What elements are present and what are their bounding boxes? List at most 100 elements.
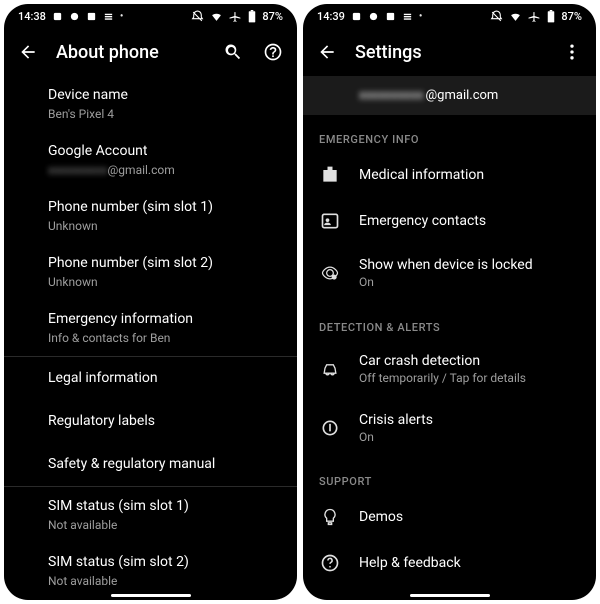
arrow-back-icon <box>317 42 337 62</box>
wifi-icon <box>509 10 522 23</box>
row-primary: Show when device is locked <box>359 256 580 274</box>
lightbulb-icon <box>319 506 341 528</box>
item-google-account[interactable]: Google Account xxxxxxxxxx@gmail.com <box>4 132 297 188</box>
item-primary: Safety & regulatory manual <box>48 455 281 474</box>
search-button[interactable] <box>221 40 245 64</box>
app-bar: Settings <box>303 28 596 76</box>
nav-pill <box>111 594 191 597</box>
page-title: About phone <box>56 42 205 63</box>
notif-icon <box>351 11 362 22</box>
status-time: 14:38 <box>18 10 46 23</box>
notif-icon <box>368 11 379 22</box>
content-scroll[interactable]: Device name Ben's Pixel 4 Google Account… <box>4 76 297 586</box>
content-scroll[interactable]: xxxxxxxxxx@gmail.com EMERGENCY INFO Medi… <box>303 76 596 586</box>
nav-pill <box>410 594 490 597</box>
account-row[interactable]: xxxxxxxxxx@gmail.com <box>303 76 596 115</box>
row-primary: Crisis alerts <box>359 411 580 429</box>
item-secondary: Info & contacts for Ben <box>48 330 281 346</box>
item-sim-2[interactable]: SIM status (sim slot 2) Not available <box>4 543 297 586</box>
email-domain: @gmail.com <box>108 163 175 177</box>
row-car-crash[interactable]: Car crash detection Off temporarily / Ta… <box>303 340 596 399</box>
status-left: 14:39 • <box>317 10 422 23</box>
item-primary: Emergency information <box>48 310 281 329</box>
row-secondary: On <box>359 275 580 291</box>
status-time: 14:39 <box>317 10 345 23</box>
item-safety-manual[interactable]: Safety & regulatory manual <box>4 443 297 486</box>
overflow-button[interactable] <box>560 40 584 64</box>
item-primary: SIM status (sim slot 1) <box>48 497 281 516</box>
list-about: Device name Ben's Pixel 4 Google Account… <box>4 76 297 586</box>
item-primary: Regulatory labels <box>48 412 281 431</box>
item-primary: SIM status (sim slot 2) <box>48 553 281 572</box>
battery-icon <box>248 10 256 23</box>
section-header-emergency: EMERGENCY INFO <box>303 115 596 152</box>
battery-text: 87% <box>561 10 582 23</box>
row-crisis-alerts[interactable]: Crisis alerts On <box>303 399 596 458</box>
visibility-lock-icon <box>319 262 341 284</box>
row-demos[interactable]: Demos <box>303 494 596 540</box>
row-show-locked[interactable]: Show when device is locked On <box>303 244 596 303</box>
notif-icon <box>103 11 114 22</box>
item-phone-1[interactable]: Phone number (sim slot 1) Unknown <box>4 188 297 244</box>
row-primary: Medical information <box>359 166 580 184</box>
item-legal[interactable]: Legal information <box>4 357 297 400</box>
back-button[interactable] <box>16 40 40 64</box>
row-primary: Car crash detection <box>359 352 580 370</box>
row-help-feedback[interactable]: Help & feedback <box>303 540 596 586</box>
search-icon <box>223 42 243 62</box>
status-right: 87% <box>490 10 582 23</box>
notif-icon <box>69 11 80 22</box>
notif-icon <box>402 11 413 22</box>
item-primary: Phone number (sim slot 2) <box>48 254 281 273</box>
help-icon <box>319 552 341 574</box>
airplane-icon <box>229 10 242 23</box>
section-header-support: SUPPORT <box>303 457 596 494</box>
airplane-icon <box>528 10 541 23</box>
help-icon <box>263 42 283 62</box>
item-secondary: Ben's Pixel 4 <box>48 106 281 122</box>
gesture-nav[interactable] <box>4 586 297 600</box>
phone-right: 14:39 • 87% Settings xxxxxxxxxx@gmail.co… <box>303 4 596 600</box>
battery-icon <box>547 10 555 23</box>
row-medical-info[interactable]: Medical information <box>303 152 596 198</box>
phone-left: 14:38 • 87% About phone Devi <box>4 4 297 600</box>
item-secondary: Not available <box>48 517 281 533</box>
email-user-blur: xxxxxxxxxx <box>48 163 108 177</box>
row-primary: Help & feedback <box>359 554 580 572</box>
arrow-back-icon <box>18 42 38 62</box>
item-phone-2[interactable]: Phone number (sim slot 2) Unknown <box>4 244 297 300</box>
item-secondary: Unknown <box>48 274 281 290</box>
notif-icon <box>385 11 396 22</box>
notif-icon <box>52 11 63 22</box>
notif-icon <box>86 11 97 22</box>
item-primary: Google Account <box>48 142 281 161</box>
more-indicator: • <box>120 11 124 22</box>
item-sim-1[interactable]: SIM status (sim slot 1) Not available <box>4 487 297 543</box>
dnd-icon <box>191 10 204 23</box>
item-emergency-info[interactable]: Emergency information Info & contacts fo… <box>4 300 297 356</box>
dnd-icon <box>490 10 503 23</box>
row-primary: Demos <box>359 508 580 526</box>
more-vert-icon <box>562 42 582 62</box>
medical-icon <box>319 164 341 186</box>
back-button[interactable] <box>315 40 339 64</box>
item-primary: Device name <box>48 86 281 105</box>
item-secondary: Not available <box>48 573 281 586</box>
item-secondary: Unknown <box>48 218 281 234</box>
battery-text: 87% <box>262 10 283 23</box>
item-secondary: xxxxxxxxxx@gmail.com <box>48 162 281 178</box>
item-device-name[interactable]: Device name Ben's Pixel 4 <box>4 76 297 132</box>
wifi-icon <box>210 10 223 23</box>
item-primary: Legal information <box>48 369 281 388</box>
item-regulatory[interactable]: Regulatory labels <box>4 400 297 443</box>
help-button[interactable] <box>261 40 285 64</box>
email-user-blur: xxxxxxxxxx <box>359 88 424 103</box>
page-title: Settings <box>355 42 544 63</box>
status-bar: 14:38 • 87% <box>4 4 297 28</box>
row-primary: Emergency contacts <box>359 212 580 230</box>
gesture-nav[interactable] <box>303 586 596 600</box>
more-indicator: • <box>419 11 423 22</box>
item-primary: Phone number (sim slot 1) <box>48 198 281 217</box>
row-emergency-contacts[interactable]: Emergency contacts <box>303 198 596 244</box>
status-left: 14:38 • <box>18 10 123 23</box>
